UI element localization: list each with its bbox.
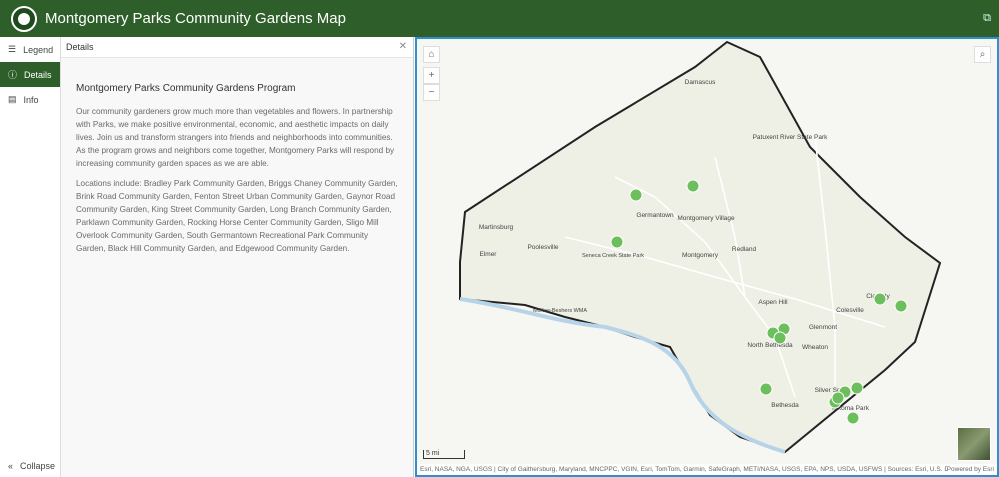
place-label: McKee-Beshers WMA [533, 308, 587, 314]
side-nav: ☰ Legend ⓘ Details ▤ Info «Collapse [0, 37, 61, 477]
garden-marker-icon[interactable] [846, 411, 860, 425]
zoom-out-button[interactable]: − [423, 84, 440, 101]
garden-marker-icon[interactable] [831, 391, 845, 405]
chevrons-left-icon: « [8, 461, 14, 471]
place-label: Martinsburg [479, 224, 514, 231]
search-button[interactable]: ⌕ [974, 46, 991, 63]
app-header: Montgomery Parks Community Gardens Map ⧉ [0, 0, 999, 37]
place-label: Damascus [685, 79, 716, 86]
minus-icon: − [428, 87, 435, 98]
info-circle-icon: ⓘ [8, 70, 18, 80]
panel-heading: Montgomery Parks Community Gardens Progr… [76, 83, 296, 94]
place-label: Colesville [836, 307, 864, 314]
place-label: Glenmont [809, 324, 837, 331]
nav-details[interactable]: ⓘ Details [0, 62, 60, 87]
details-panel: Details ✕ Montgomery Parks Community Gard… [61, 37, 414, 477]
place-label: Aspen Hill [758, 299, 788, 306]
panel-header: Details ✕ [61, 37, 413, 58]
plus-icon: + [428, 70, 435, 81]
description-paragraph: Our community gardeners grow much more t… [76, 107, 395, 168]
place-label: Montgomery [682, 252, 719, 259]
place-label: Germantown [636, 212, 674, 219]
basemap-toggle[interactable] [957, 427, 991, 461]
place-label: Seneca Creek State Park [582, 253, 644, 259]
attribution: Esri, NASA, NGA, USGS | City of Gaithers… [417, 464, 997, 475]
nav-legend[interactable]: ☰ Legend [0, 37, 60, 62]
garden-marker-icon[interactable] [894, 299, 908, 313]
garden-marker-icon[interactable] [850, 381, 864, 395]
place-label: Bethesda [771, 402, 799, 409]
place-label: Wheaton [802, 344, 828, 351]
place-label: Elmer [480, 251, 498, 258]
montgomery-parks-logo [11, 5, 37, 32]
app-title: Montgomery Parks Community Gardens Map [45, 10, 346, 27]
garden-marker-icon[interactable] [610, 235, 624, 249]
garden-marker-icon[interactable] [873, 292, 887, 306]
garden-marker-icon[interactable] [629, 188, 643, 202]
zoom-in-button[interactable]: + [423, 67, 440, 84]
home-icon: ⌂ [428, 49, 435, 60]
home-button[interactable]: ⌂ [423, 46, 440, 63]
place-label: Patuxent River State Park [753, 134, 829, 141]
place-label: North Bethesda [747, 342, 793, 349]
open-external-icon[interactable]: ⧉ [983, 12, 991, 25]
locations-paragraph: Locations include: Bradley Park Communit… [76, 179, 398, 253]
collapse-button[interactable]: «Collapse [8, 461, 55, 471]
garden-marker-icon[interactable] [759, 382, 773, 396]
place-label: Poolesville [527, 244, 558, 251]
info-card-icon: ▤ [8, 94, 17, 104]
map-canvas[interactable]: Damascus Germantown Montgomery Village Redl… [415, 37, 999, 477]
garden-marker-icon[interactable] [773, 331, 787, 345]
map-view[interactable]: Damascus Germantown Montgomery Village Redl… [415, 37, 999, 477]
legend-icon: ☰ [8, 44, 17, 54]
scale-bar: 5 mi [423, 450, 465, 459]
place-label: Redland [732, 246, 757, 253]
search-icon: ⌕ [979, 49, 986, 60]
garden-marker-icon[interactable] [686, 179, 700, 193]
place-label: Montgomery Village [677, 215, 735, 222]
nav-info[interactable]: ▤ Info [0, 87, 60, 112]
close-icon[interactable]: ✕ [399, 41, 407, 52]
